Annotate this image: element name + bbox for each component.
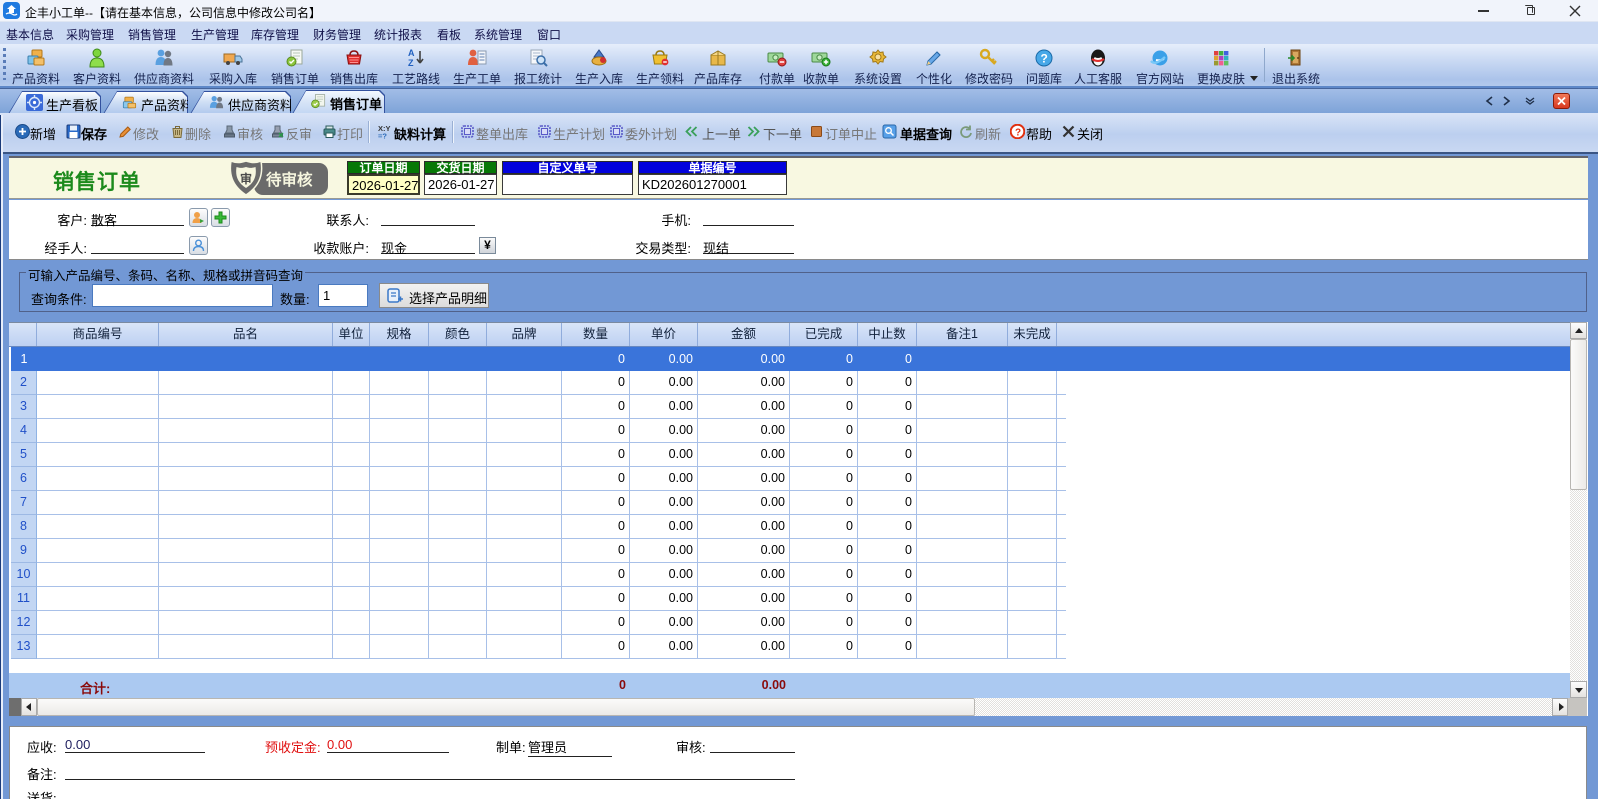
- svg-text:?: ?: [1015, 128, 1021, 139]
- svg-text:?: ?: [1041, 52, 1048, 66]
- svg-text:Z: Z: [408, 58, 414, 68]
- svg-text:审: 审: [240, 171, 252, 186]
- svg-text:=?: =?: [378, 132, 387, 140]
- svg-text:待审核: 待审核: [266, 170, 313, 189]
- svg-text:A: A: [408, 48, 415, 58]
